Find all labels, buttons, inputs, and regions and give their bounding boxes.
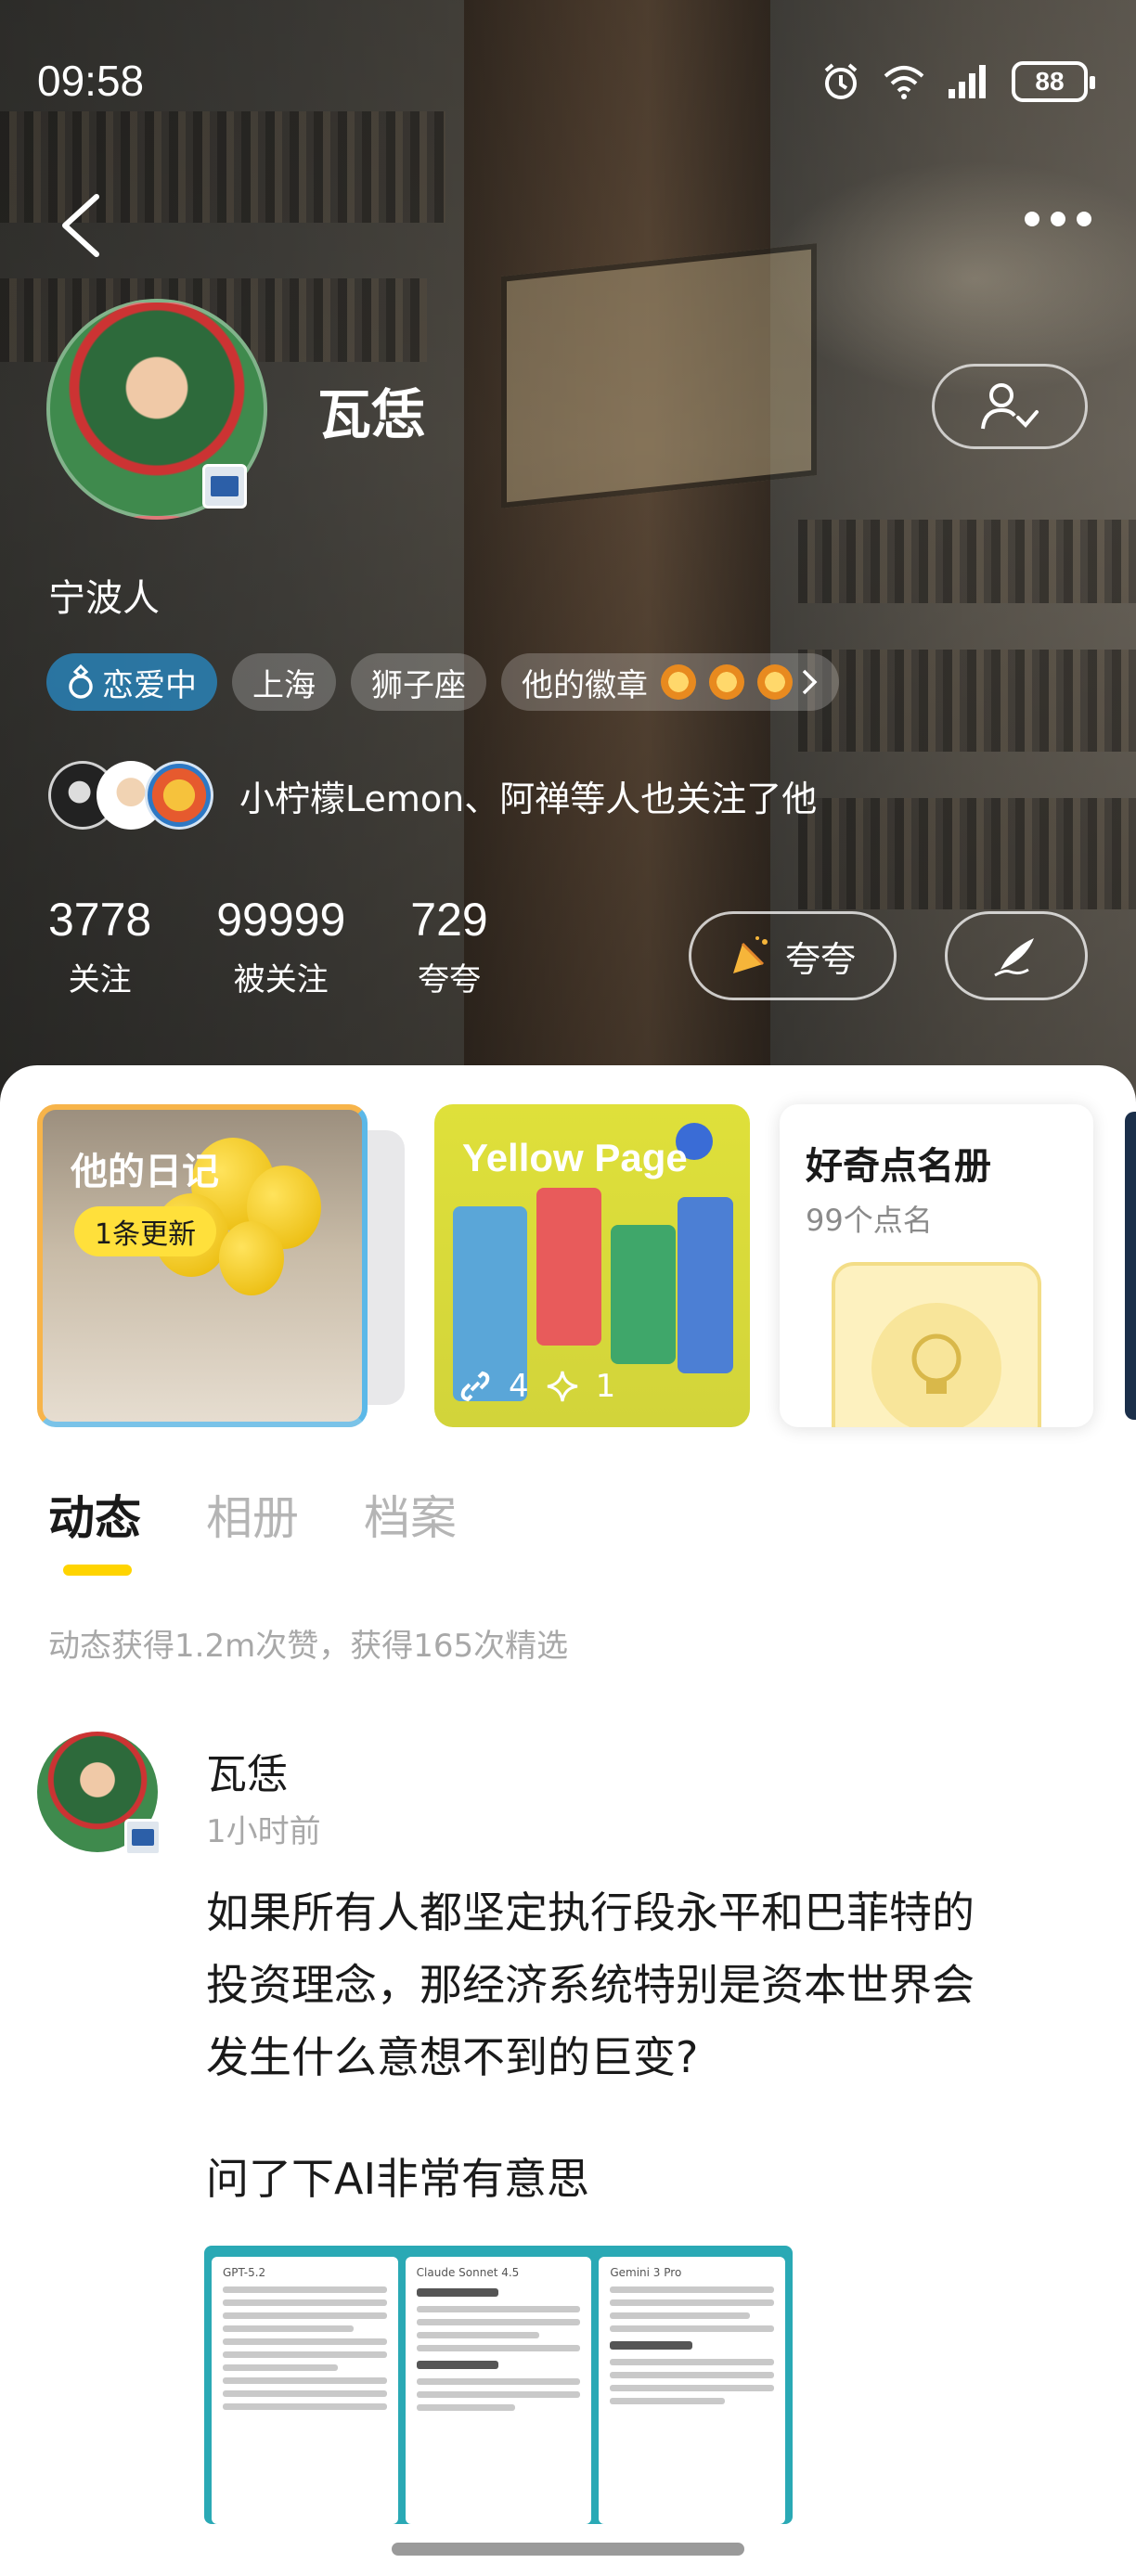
- follower-avatar: [145, 761, 213, 830]
- profile-header: 09:58 88 瓦恁 宁波人 恋爱中 上海 狮子座 他的徽章 小柠檬Lemon…: [0, 0, 1136, 1114]
- wifi-icon: [884, 66, 924, 99]
- battery-indicator: 88: [1012, 61, 1095, 102]
- curious-roll-count: 99个点名: [806, 1203, 933, 1238]
- tab-archive[interactable]: 档案: [364, 1481, 457, 1548]
- post-text[interactable]: 如果所有人都坚定执行段永平和巴菲特的 投资理念，那经济系统特别是资本世界会 发生…: [206, 1876, 1069, 2093]
- dot-icon: [1025, 212, 1039, 226]
- profile-tabs: 动态 相册 档案: [48, 1481, 457, 1576]
- status-bar: 09:58 88: [0, 0, 1136, 167]
- followed-status-button[interactable]: [932, 364, 1088, 449]
- stat-praise[interactable]: 729 夸夸: [410, 893, 487, 999]
- stat-followers[interactable]: 99999 被关注: [216, 893, 345, 999]
- developer-badge-icon: [202, 464, 247, 509]
- hometown: 宁波人: [48, 577, 160, 620]
- signature-button[interactable]: [945, 911, 1088, 1000]
- ai-answer-panel: GPT-5.2: [212, 2257, 398, 2524]
- stat-following[interactable]: 3778 关注: [48, 893, 151, 999]
- yellow-page-title: Yellow Page: [462, 1136, 688, 1179]
- diary-update-badge: 1条更新: [74, 1206, 217, 1256]
- diary-card[interactable]: 他的日记 1条更新: [37, 1104, 368, 1427]
- alarm-icon: [824, 63, 858, 99]
- post-timestamp: 1小时前: [206, 1813, 321, 1850]
- tab-album[interactable]: 相册: [206, 1481, 299, 1548]
- tag-badges[interactable]: 他的徽章: [501, 653, 839, 711]
- tag-city[interactable]: 上海: [232, 653, 336, 711]
- yellow-page-stats: 4 1: [458, 1368, 615, 1405]
- curious-roll-title: 好奇点名册: [806, 1145, 991, 1188]
- dot-icon: [1051, 212, 1065, 226]
- dot-icon: [1077, 212, 1091, 226]
- lightbulb-badge-icon: [832, 1262, 1041, 1427]
- user-check-icon: [981, 383, 1039, 430]
- back-arrow-icon[interactable]: [58, 193, 104, 258]
- tag-zodiac[interactable]: 狮子座: [351, 653, 486, 711]
- chevron-right-icon: [802, 669, 818, 695]
- more-options-button[interactable]: [1025, 212, 1099, 239]
- diary-title: 他的日记: [71, 1151, 219, 1193]
- tag-relationship[interactable]: 恋爱中: [46, 653, 217, 711]
- next-card-edge[interactable]: [1125, 1112, 1136, 1420]
- praise-button[interactable]: 夸夸: [689, 911, 897, 1000]
- home-indicator[interactable]: [392, 2543, 744, 2556]
- feather-pen-icon: [994, 938, 1034, 977]
- post-text-followup[interactable]: 问了下AI非常有意思: [206, 2145, 589, 2207]
- posts-summary: 动态获得1.2m次赞，获得165次精选: [48, 1628, 569, 1665]
- medal-icon: [757, 664, 793, 700]
- ring-icon: [69, 664, 93, 699]
- profile-tags: 恋爱中 上海 狮子座 他的徽章: [46, 653, 839, 711]
- developer-badge-icon: [124, 1819, 161, 1856]
- sparkle-icon: [547, 1371, 577, 1402]
- status-icons: 88: [820, 61, 1095, 102]
- profile-stats: 3778 关注 99999 被关注 729 夸夸: [48, 893, 488, 999]
- status-time: 09:58: [37, 57, 145, 105]
- medal-icon: [661, 664, 696, 700]
- party-horn-icon: [732, 936, 768, 973]
- medal-icon: [709, 664, 744, 700]
- curious-roll-card[interactable]: 好奇点名册 99个点名: [780, 1104, 1093, 1427]
- tab-posts[interactable]: 动态: [48, 1481, 141, 1576]
- post-image[interactable]: GPT-5.2 Claude Sonnet 4.5 Gemini 3 Pro: [204, 2246, 793, 2524]
- ai-answer-panel: Claude Sonnet 4.5: [405, 2257, 592, 2524]
- signal-icon: [949, 65, 986, 98]
- profile-name: 瓦恁: [317, 383, 426, 446]
- post-author-name[interactable]: 瓦恁: [206, 1741, 288, 1800]
- yellow-page-card[interactable]: Yellow Page 4 1: [434, 1104, 750, 1427]
- link-icon: [460, 1371, 490, 1402]
- mutual-followers[interactable]: 小柠檬Lemon、阿禅等人也关注了他: [48, 761, 817, 830]
- ai-answer-panel: Gemini 3 Pro: [599, 2257, 786, 2524]
- mutual-followers-text: 小柠檬Lemon、阿禅等人也关注了他: [239, 778, 818, 819]
